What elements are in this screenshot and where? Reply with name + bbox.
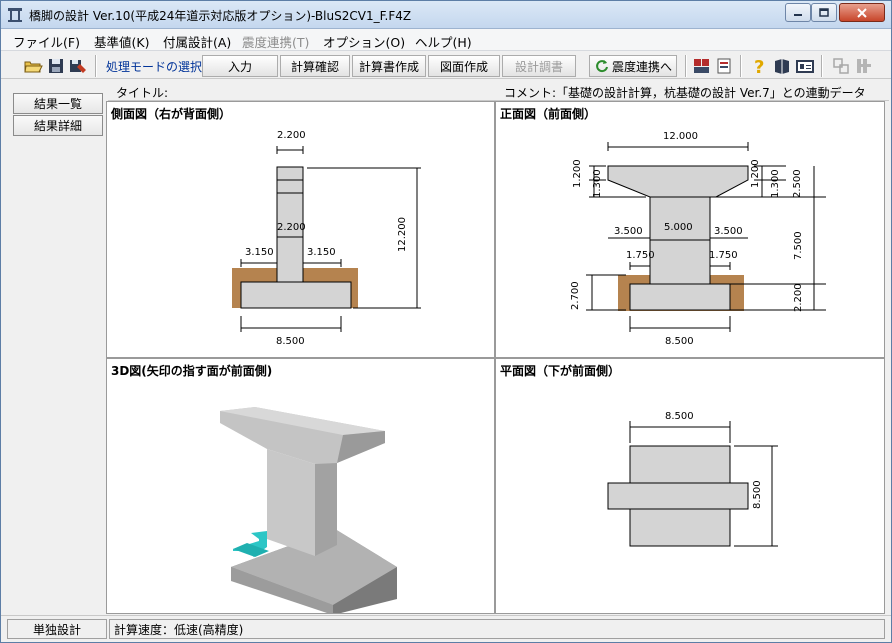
minimize-button[interactable] xyxy=(785,3,811,22)
menu-standard-values[interactable]: 基準値(K) xyxy=(94,32,149,51)
minimize-icon xyxy=(794,13,802,16)
results-list-button[interactable]: 結果一覧 xyxy=(13,93,103,114)
info-bar: タイトル: コメント:「基礎の設計計算，杭基礎の設計 Ver.7」との連動データ xyxy=(108,81,889,101)
dim-left-footing: 1.750 xyxy=(626,250,655,261)
front-view-panel: 正面図（前面側） 12.000 1.200 1.300 1.200 1.300 xyxy=(495,101,885,358)
info-card-icon[interactable] xyxy=(795,56,815,76)
dim-top-width: 2.200 xyxy=(277,130,306,141)
dim-base-width: 8.500 xyxy=(276,336,305,347)
help-icon[interactable]: ? xyxy=(749,56,769,76)
dim-left-cantilever: 3.500 xyxy=(614,226,643,237)
dim-h1: 1.200 xyxy=(572,159,583,188)
dim-mid-width: 2.200 xyxy=(277,222,306,233)
menu-options[interactable]: オプション(O) xyxy=(323,32,405,51)
drawing-button[interactable]: 図面作成 xyxy=(428,55,500,77)
seismic-link-button[interactable]: 震度連携へ xyxy=(589,55,677,77)
toolbar-separator xyxy=(740,55,742,77)
dim-left-offset: 3.150 xyxy=(245,247,274,258)
dim-base-width: 8.500 xyxy=(665,336,694,347)
network-disabled-icon[interactable] xyxy=(854,56,874,76)
dim-plan-width: 8.500 xyxy=(665,411,694,422)
plan-view-drawing: 8.500 8.500 xyxy=(607,411,778,547)
report-button[interactable]: 計算書作成 xyxy=(352,55,426,77)
menu-seismic-link[interactable]: 震度連携(T) xyxy=(242,32,309,51)
iso-view-drawing xyxy=(220,407,397,613)
app-icon xyxy=(8,8,22,22)
open-folder-icon[interactable] xyxy=(23,56,43,76)
dim-footing-height-left: 2.700 xyxy=(570,281,581,310)
seismic-link-label: 震度連携へ xyxy=(611,59,672,74)
plan-view-panel: 平面図（下が前面側） 8.500 8.500 xyxy=(495,358,885,614)
status-bar: 単独設計 計算速度：低速(高精度) xyxy=(1,615,891,642)
input-button[interactable]: 入力 xyxy=(202,55,278,77)
mode-select-label: 処理モードの選択 xyxy=(106,60,203,74)
svg-text:?: ? xyxy=(754,57,764,76)
close-button[interactable] xyxy=(839,3,885,22)
status-speed: 計算速度：低速(高精度) xyxy=(109,619,885,639)
column-side-shape xyxy=(315,453,337,556)
title-bar[interactable]: 橋脚の設計 Ver.10(平成24年道示対応版オプション)-BluS2CV1_F… xyxy=(1,1,891,29)
dim-h5: 2.500 xyxy=(792,169,803,198)
dim-right-cantilever: 3.500 xyxy=(714,226,743,237)
refresh-icon xyxy=(596,60,608,73)
results-detail-button[interactable]: 結果詳細 xyxy=(13,115,103,136)
menu-auxiliary-design[interactable]: 付属設計(A) xyxy=(163,32,231,51)
footing-shape xyxy=(240,281,352,309)
app-window: 橋脚の設計 Ver.10(平成24年道示対応版オプション)-BluS2CV1_F… xyxy=(0,0,892,643)
dim-h2: 1.300 xyxy=(592,169,603,198)
close-icon xyxy=(857,7,867,18)
menu-bar: ファイル(F) 基準値(K) 付属設計(A) 震度連携(T) オプション(O) … xyxy=(1,29,891,51)
toolbar-separator xyxy=(821,55,823,77)
dim-column-width: 5.000 xyxy=(664,222,693,233)
window-title: 橋脚の設計 Ver.10(平成24年道示対応版オプション)-BluS2CV1_F… xyxy=(29,9,412,23)
drawing-settings-icon[interactable] xyxy=(715,56,735,76)
dim-h4: 1.300 xyxy=(770,169,781,198)
dim-footing-height-right: 2.200 xyxy=(793,283,804,312)
toolbar-separator xyxy=(95,55,97,77)
design-survey-button[interactable]: 設計調書 xyxy=(502,55,576,77)
iso-view-panel: 3D図(矢印の指す面が前面側) xyxy=(106,358,495,614)
footing-shape xyxy=(629,283,731,311)
toolbar-separator xyxy=(685,55,687,77)
capbeam-shape xyxy=(607,165,749,198)
status-mode: 単独設計 xyxy=(7,619,107,639)
dim-column-height: 7.500 xyxy=(793,231,804,260)
link-disabled-icon[interactable] xyxy=(831,56,851,76)
toolbar: 処理モードの選択 入力 計算確認 計算書作成 図面作成 設計調書 震度連携へ ? xyxy=(1,52,891,79)
dim-right-offset: 3.150 xyxy=(307,247,336,258)
menu-file[interactable]: ファイル(F) xyxy=(13,32,80,51)
side-view-drawing: 2.200 2.200 3.150 3.150 12.200 8.500 xyxy=(232,130,421,347)
manual-book-icon[interactable] xyxy=(772,56,792,76)
title-label: タイトル: xyxy=(116,86,169,100)
menu-help[interactable]: ヘルプ(H) xyxy=(415,32,472,51)
maximize-icon xyxy=(819,8,829,17)
column-front-shape xyxy=(267,449,315,556)
pier-model-icon[interactable] xyxy=(692,56,712,76)
dim-right-footing: 1.750 xyxy=(709,250,738,261)
save-icon[interactable] xyxy=(46,56,66,76)
dim-top-width: 12.000 xyxy=(663,131,698,142)
sidebar: 結果一覧 結果詳細 xyxy=(7,83,105,613)
side-view-panel: 側面図（右が背面側） 2.200 2.200 3.150 3.150 12.20… xyxy=(106,101,495,358)
comment-text: コメント:「基礎の設計計算，杭基礎の設計 Ver.7」との連動データ xyxy=(504,86,866,100)
maximize-button[interactable] xyxy=(811,3,837,22)
dim-h3: 1.200 xyxy=(750,159,761,188)
capbeam-plan-shape xyxy=(607,482,749,510)
dim-height: 12.200 xyxy=(397,217,408,252)
dim-plan-depth: 8.500 xyxy=(752,480,763,509)
front-view-drawing: 12.000 1.200 1.300 1.200 1.300 2.500 3.5… xyxy=(570,131,826,347)
calc-check-button[interactable]: 計算確認 xyxy=(280,55,350,77)
save-as-icon[interactable] xyxy=(68,56,88,76)
column-shape xyxy=(649,196,711,286)
